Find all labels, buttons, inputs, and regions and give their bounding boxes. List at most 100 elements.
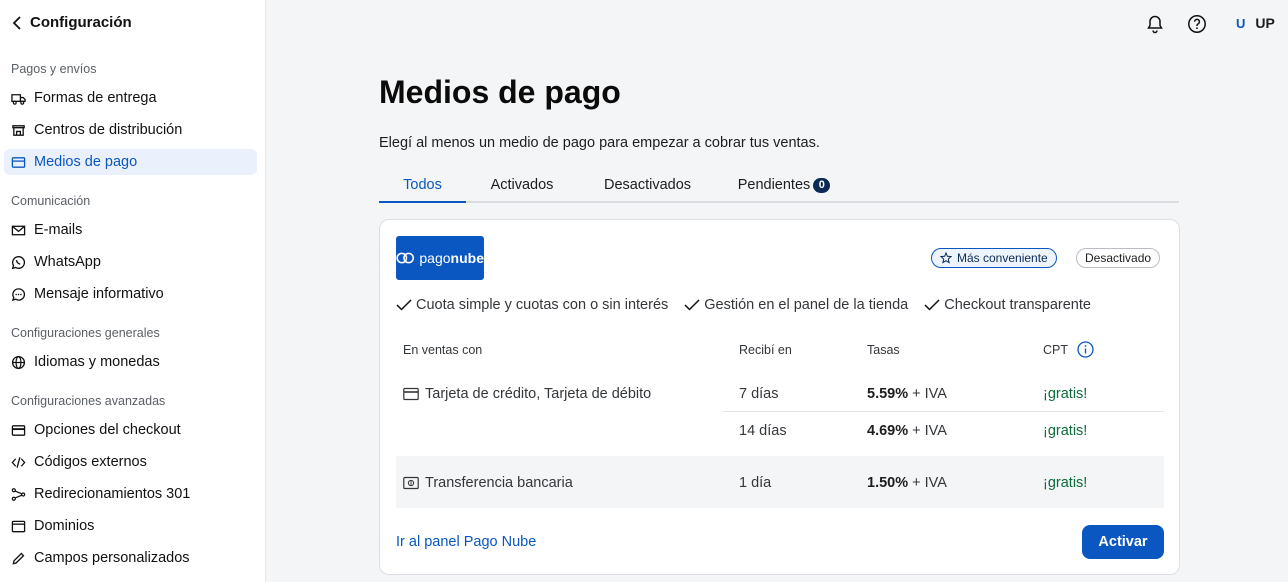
sidebar-item-emails[interactable]: E-mails bbox=[4, 217, 257, 243]
sidebar-item-dominios[interactable]: Dominios bbox=[4, 513, 257, 539]
mail-icon bbox=[11, 223, 26, 238]
code-icon bbox=[11, 455, 26, 470]
sidebar-item-label: Mensaje informativo bbox=[34, 286, 164, 302]
sidebar-item-medios-de-pago[interactable]: Medios de pago bbox=[4, 149, 257, 175]
store-icon bbox=[11, 123, 26, 138]
sidebar-item-label: Redirecionamientos 301 bbox=[34, 486, 191, 502]
tabs: Todos Activados Desactivados Pendientes 0 bbox=[379, 173, 1179, 203]
tab-label: Todos bbox=[403, 177, 442, 193]
payment-method-tarjeta: Tarjeta de crédito, Tarjeta de débito bbox=[403, 386, 651, 402]
tab-desactivados[interactable]: Desactivados bbox=[591, 173, 704, 203]
feature-item: Checkout transparente bbox=[924, 297, 1091, 313]
column-header-recibi: Recibí en bbox=[739, 343, 792, 357]
check-icon bbox=[924, 299, 940, 311]
rate-value: 5.59% + IVA bbox=[867, 386, 947, 402]
tab-todos[interactable]: Todos bbox=[379, 173, 466, 203]
user-avatar: U bbox=[1236, 15, 1246, 31]
column-header-tasas: Tasas bbox=[867, 343, 900, 357]
tab-label: Pendientes bbox=[737, 177, 811, 193]
sidebar-item-label: Medios de pago bbox=[34, 154, 138, 170]
rate-tax: + IVA bbox=[908, 386, 947, 402]
status-badge: Desactivado bbox=[1076, 248, 1161, 268]
payment-method-transferencia: Transferencia bancaria bbox=[403, 475, 573, 491]
card-icon bbox=[11, 423, 26, 438]
cpt-value: ¡gratis! bbox=[1043, 475, 1088, 491]
mas-conveniente-badge: Más conveniente bbox=[931, 248, 1057, 268]
section-title-comunicacion: Comunicación bbox=[11, 194, 91, 208]
mas-conveniente-label: Más conveniente bbox=[957, 251, 1048, 265]
user-menu[interactable]: U UP bbox=[1236, 15, 1275, 31]
info-icon[interactable] bbox=[1077, 341, 1094, 358]
bank-transfer-icon bbox=[403, 476, 419, 490]
check-icon bbox=[396, 299, 412, 311]
sidebar-item-label: Campos personalizados bbox=[34, 550, 190, 566]
sidebar-item-label: Idiomas y monedas bbox=[34, 354, 160, 370]
sidebar-item-codigos-externos[interactable]: Códigos externos bbox=[4, 449, 257, 475]
sidebar-item-idiomas-y-monedas[interactable]: Idiomas y monedas bbox=[4, 349, 257, 375]
sidebar-item-label: Dominios bbox=[34, 518, 95, 534]
sidebar-item-formas-de-entrega[interactable]: Formas de entrega bbox=[4, 85, 257, 111]
column-header-cpt: CPT bbox=[1043, 341, 1094, 358]
rate-tax: + IVA bbox=[908, 475, 947, 491]
rate-value: 4.69% + IVA bbox=[867, 423, 947, 439]
sidebar-item-label: WhatsApp bbox=[34, 254, 101, 270]
sidebar-item-mensaje-informativo[interactable]: Mensaje informativo bbox=[4, 281, 257, 307]
payment-icon bbox=[11, 155, 26, 170]
star-icon bbox=[940, 252, 952, 264]
chat-icon bbox=[11, 287, 26, 302]
section-title-configuraciones-generales: Configuraciones generales bbox=[11, 326, 160, 340]
activar-button[interactable]: Activar bbox=[1082, 525, 1164, 559]
tab-label: Desactivados bbox=[603, 177, 692, 193]
rate-tax: + IVA bbox=[908, 423, 947, 439]
sidebar-item-label: E-mails bbox=[34, 222, 83, 238]
chevron-left-icon bbox=[12, 15, 21, 30]
sidebar-item-label: Centros de distribución bbox=[34, 122, 183, 138]
redirect-icon bbox=[11, 487, 26, 502]
sidebar-item-label: Opciones del checkout bbox=[34, 422, 181, 438]
receive-time: 7 días bbox=[739, 386, 779, 402]
sidebar-item-label: Formas de entrega bbox=[34, 90, 157, 106]
payment-method-label: Tarjeta de crédito, Tarjeta de débito bbox=[425, 386, 652, 402]
pending-count-badge: 0 bbox=[813, 178, 831, 193]
tab-label: Activados bbox=[490, 177, 554, 193]
back-label: Configuración bbox=[30, 14, 132, 31]
feature-item: Gestión en el panel de la tienda bbox=[684, 297, 908, 313]
cpt-value: ¡gratis! bbox=[1043, 423, 1088, 439]
cpt-label: CPT bbox=[1043, 343, 1068, 357]
back-to-configuracion-button[interactable]: Configuración bbox=[12, 14, 132, 31]
feature-label: Cuota simple y cuotas con o sin interés bbox=[416, 297, 669, 313]
logo-text-pago: pago bbox=[419, 250, 451, 266]
row-divider bbox=[723, 411, 1164, 412]
check-icon bbox=[684, 299, 700, 311]
ir-al-panel-link[interactable]: Ir al panel Pago Nube bbox=[396, 534, 536, 550]
section-title-configuraciones-avanzadas: Configuraciones avanzadas bbox=[11, 394, 166, 408]
receive-time: 1 día bbox=[739, 475, 772, 491]
help-icon[interactable] bbox=[1187, 14, 1207, 34]
payment-method-label: Transferencia bancaria bbox=[425, 475, 573, 491]
whatsapp-icon bbox=[11, 255, 26, 270]
tab-activados[interactable]: Activados bbox=[478, 173, 566, 203]
feature-item: Cuota simple y cuotas con o sin interés bbox=[396, 297, 668, 313]
feature-label: Gestión en el panel de la tienda bbox=[704, 297, 909, 313]
bell-icon[interactable] bbox=[1145, 14, 1165, 34]
sidebar-item-opciones-del-checkout[interactable]: Opciones del checkout bbox=[4, 417, 257, 443]
cpt-value: ¡gratis! bbox=[1043, 386, 1088, 402]
credit-card-icon bbox=[403, 387, 419, 401]
user-label: UP bbox=[1255, 15, 1275, 31]
pago-nube-logo: pagonube bbox=[396, 236, 484, 280]
logo-text-nube: nube bbox=[450, 250, 484, 266]
feature-label: Checkout transparente bbox=[944, 297, 1091, 313]
sidebar: Configuración Pagos y envíos Formas de e… bbox=[0, 0, 266, 582]
column-header-ventas: En ventas con bbox=[403, 343, 483, 357]
globe-icon bbox=[11, 355, 26, 370]
sidebar-item-centros-de-distribucion[interactable]: Centros de distribución bbox=[4, 117, 257, 143]
page-title: Medios de pago bbox=[379, 74, 621, 110]
pago-nube-card: pagonube Más conveniente Desactivado Cuo… bbox=[379, 219, 1180, 575]
features-list: Cuota simple y cuotas con o sin interés … bbox=[396, 297, 1091, 313]
sidebar-item-label: Códigos externos bbox=[34, 454, 147, 470]
pencil-icon bbox=[11, 551, 26, 566]
sidebar-item-whatsapp[interactable]: WhatsApp bbox=[4, 249, 257, 275]
sidebar-item-redirecionamientos-301[interactable]: Redirecionamientos 301 bbox=[4, 481, 257, 507]
sidebar-item-campos-personalizados[interactable]: Campos personalizados bbox=[4, 545, 257, 571]
tab-pendientes[interactable]: Pendientes 0 bbox=[729, 173, 839, 203]
